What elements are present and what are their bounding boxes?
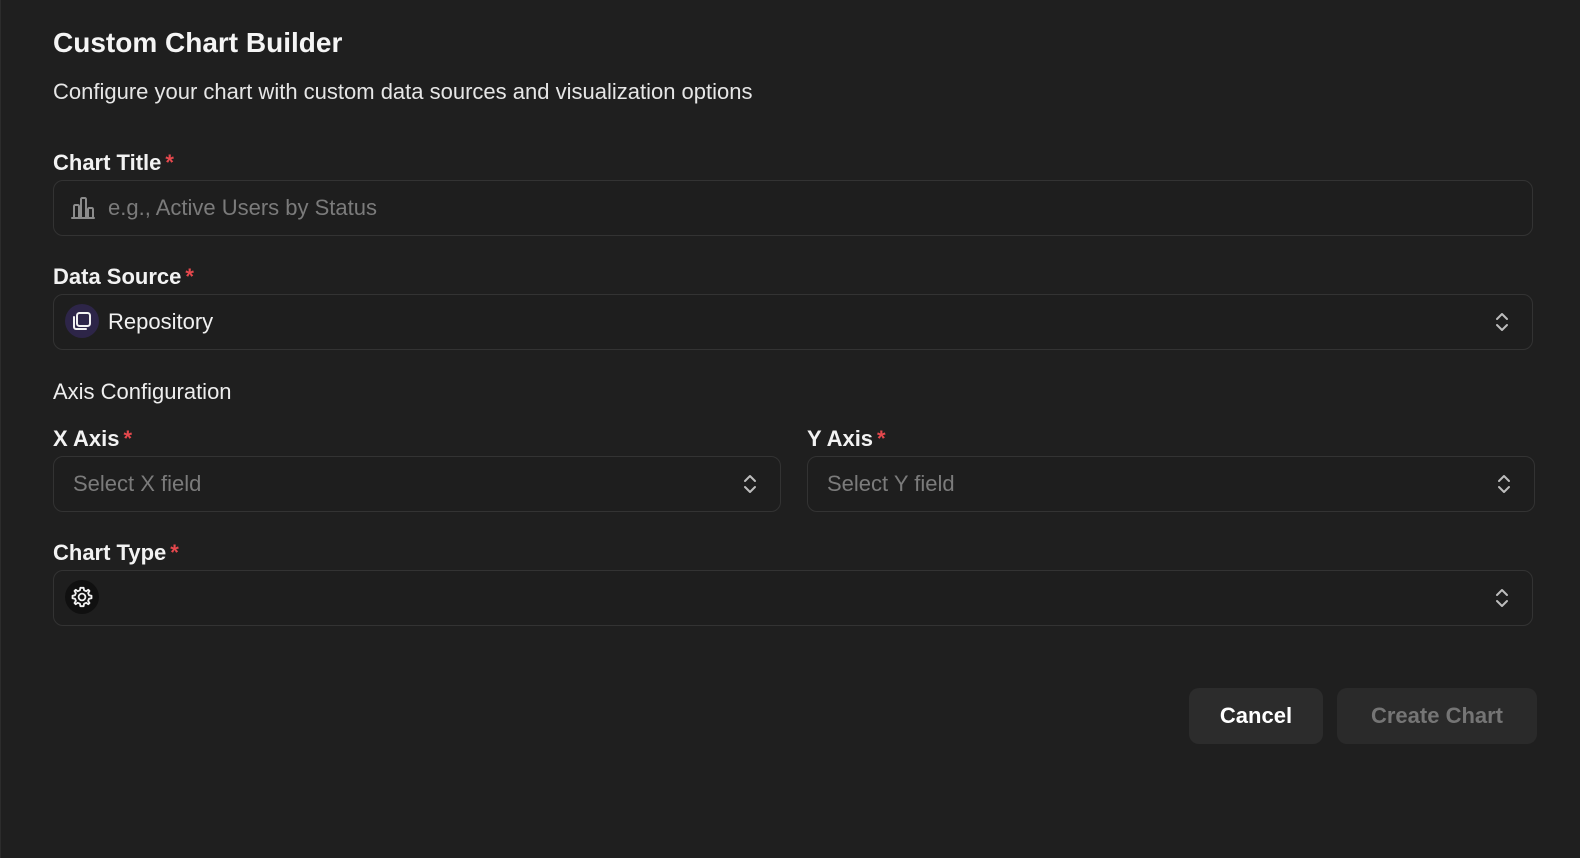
- y-axis-placeholder: Select Y field: [827, 471, 955, 496]
- cancel-button[interactable]: Cancel: [1189, 688, 1323, 744]
- x-axis-label: X Axis *: [53, 425, 132, 453]
- y-axis-select[interactable]: Select Y field: [807, 456, 1535, 512]
- x-axis-label-text: X Axis: [53, 426, 120, 451]
- gear-icon: [65, 580, 99, 614]
- required-indicator: *: [123, 426, 133, 451]
- chart-type-select[interactable]: [53, 570, 1533, 626]
- required-indicator: *: [165, 150, 174, 175]
- bar-chart-icon: [71, 197, 95, 219]
- chevron-up-down-icon: [1496, 313, 1508, 331]
- data-source-value: Repository: [108, 309, 214, 334]
- data-source-label-text: Data Source: [53, 264, 182, 289]
- required-indicator: *: [877, 426, 886, 451]
- chart-type-label: Chart Type *: [53, 539, 179, 567]
- dialog-subtitle: Configure your chart with custom data so…: [53, 79, 753, 104]
- y-axis-label-text: Y Axis: [807, 426, 874, 451]
- x-axis-select[interactable]: Select X field: [53, 456, 781, 512]
- chevron-up-down-icon: [1496, 589, 1508, 607]
- custom-chart-builder-dialog: Custom Chart Builder Configure your char…: [0, 0, 1580, 858]
- chart-title-label: Chart Title *: [53, 149, 174, 177]
- chart-title-label-text: Chart Title: [53, 150, 162, 175]
- chevron-up-down-icon: [1498, 475, 1510, 493]
- axis-configuration-heading: Axis Configuration: [53, 379, 232, 404]
- chevron-up-down-icon: [744, 475, 756, 493]
- repository-icon: [65, 304, 99, 338]
- chart-title-field[interactable]: [53, 180, 1533, 236]
- required-indicator: *: [185, 264, 194, 289]
- dialog-title: Custom Chart Builder: [53, 27, 343, 58]
- y-axis-label: Y Axis *: [807, 425, 886, 453]
- chart-title-input[interactable]: [108, 181, 1518, 235]
- data-source-label: Data Source *: [53, 263, 194, 291]
- chart-type-label-text: Chart Type: [53, 540, 167, 565]
- x-axis-placeholder: Select X field: [73, 471, 202, 496]
- data-source-select[interactable]: Repository: [53, 294, 1533, 350]
- create-chart-button[interactable]: Create Chart: [1337, 688, 1537, 744]
- required-indicator: *: [170, 540, 179, 565]
